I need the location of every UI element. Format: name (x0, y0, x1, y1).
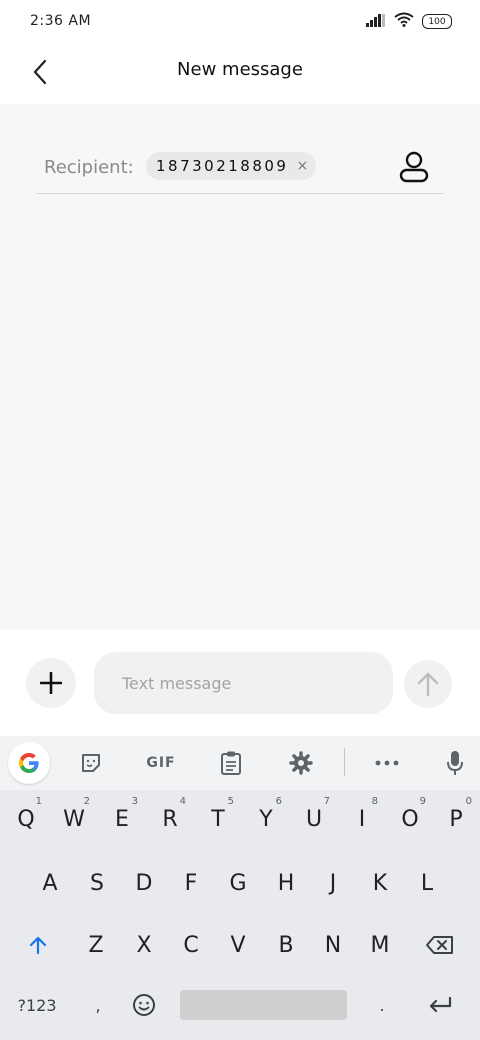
recipient-chip[interactable]: 18730218809 × (146, 152, 317, 180)
sticker-button[interactable] (70, 742, 112, 784)
send-button[interactable] (404, 660, 452, 708)
emoji-key[interactable] (122, 980, 166, 1030)
status-icons: 100 (366, 12, 452, 31)
key-t[interactable]: T5 (196, 794, 240, 844)
key-n[interactable]: N (311, 920, 355, 970)
key-b[interactable]: B (264, 920, 308, 970)
plus-icon (40, 672, 62, 694)
key-w[interactable]: W2 (52, 794, 96, 844)
google-g-icon (19, 753, 39, 773)
signal-icon (366, 12, 386, 31)
gif-icon: GIF (146, 755, 176, 771)
shift-key[interactable] (16, 920, 60, 970)
enter-key[interactable] (418, 980, 462, 1030)
recipient-label: Recipient: (44, 157, 134, 178)
status-bar: 2:36 AM 100 (0, 0, 480, 42)
comma-key[interactable]: , (76, 980, 120, 1030)
key-q[interactable]: Q1 (4, 794, 48, 844)
arrow-up-icon (417, 672, 439, 697)
clipboard-button[interactable] (210, 742, 252, 784)
backspace-key[interactable] (418, 920, 462, 970)
key-i[interactable]: I8 (340, 794, 384, 844)
key-row-2: A S D F G H J K L (0, 858, 480, 914)
more-icon (375, 760, 399, 766)
key-y[interactable]: Y6 (244, 794, 288, 844)
key-e[interactable]: E3 (100, 794, 144, 844)
key-v[interactable]: V (216, 920, 260, 970)
key-d[interactable]: D (122, 858, 166, 908)
status-time: 2:36 AM (30, 13, 92, 29)
period-key[interactable]: . (360, 980, 404, 1030)
battery-icon: 100 (422, 14, 452, 29)
key-m[interactable]: M (358, 920, 402, 970)
key-a[interactable]: A (28, 858, 72, 908)
key-l[interactable]: L (405, 858, 449, 908)
key-u[interactable]: U7 (292, 794, 336, 844)
backspace-icon (426, 936, 453, 954)
compose-bar (0, 630, 480, 736)
symbols-key[interactable]: ?123 (12, 980, 62, 1030)
voice-input-button[interactable] (434, 742, 476, 784)
more-button[interactable] (366, 742, 408, 784)
attach-button[interactable] (26, 658, 76, 708)
key-z[interactable]: Z (74, 920, 118, 970)
google-button[interactable] (8, 742, 50, 784)
key-o[interactable]: O9 (388, 794, 432, 844)
key-f[interactable]: F (169, 858, 213, 908)
key-g[interactable]: G (216, 858, 260, 908)
message-body-area: Recipient: 18730218809 × (0, 104, 480, 630)
key-h[interactable]: H (264, 858, 308, 908)
shift-arrow-icon (29, 936, 47, 955)
toolbar-divider (344, 748, 345, 776)
settings-button[interactable] (280, 742, 322, 784)
contact-picker-button[interactable] (398, 150, 430, 184)
recipient-number: 18730218809 (156, 157, 289, 175)
key-c[interactable]: C (169, 920, 213, 970)
key-row-3: Z X C V B N M (0, 920, 480, 976)
key-s[interactable]: S (75, 858, 119, 908)
keyboard: GIF Q 1 W 2 E 3 R 4 T 5 Y 6 U 7 I 8 O 9 … (0, 736, 480, 1040)
key-j[interactable]: J (311, 858, 355, 908)
message-input[interactable] (94, 652, 393, 714)
keyboard-toolbar: GIF (0, 736, 480, 790)
gear-icon (289, 751, 313, 775)
wifi-icon (394, 12, 414, 31)
page-title: New message (177, 59, 303, 80)
enter-icon (429, 996, 452, 1013)
app-header: New message (0, 42, 480, 104)
recipient-row: Recipient: 18730218809 × (36, 148, 444, 194)
emoji-icon (133, 994, 155, 1016)
clipboard-icon (221, 751, 241, 775)
key-r[interactable]: R4 (148, 794, 192, 844)
key-row-4: ?123 , . (0, 980, 480, 1036)
key-p[interactable]: P0 (434, 794, 478, 844)
person-icon (399, 151, 429, 183)
space-key[interactable] (180, 990, 347, 1020)
sticker-icon (82, 754, 100, 772)
key-x[interactable]: X (122, 920, 166, 970)
gif-button[interactable]: GIF (140, 742, 182, 784)
chip-close-icon[interactable]: × (296, 158, 308, 174)
key-row-1: Q1 W2 E3 R4 T5 Y6 U7 I8 O9 P0 (0, 794, 480, 850)
key-k[interactable]: K (358, 858, 402, 908)
microphone-icon (447, 751, 463, 775)
